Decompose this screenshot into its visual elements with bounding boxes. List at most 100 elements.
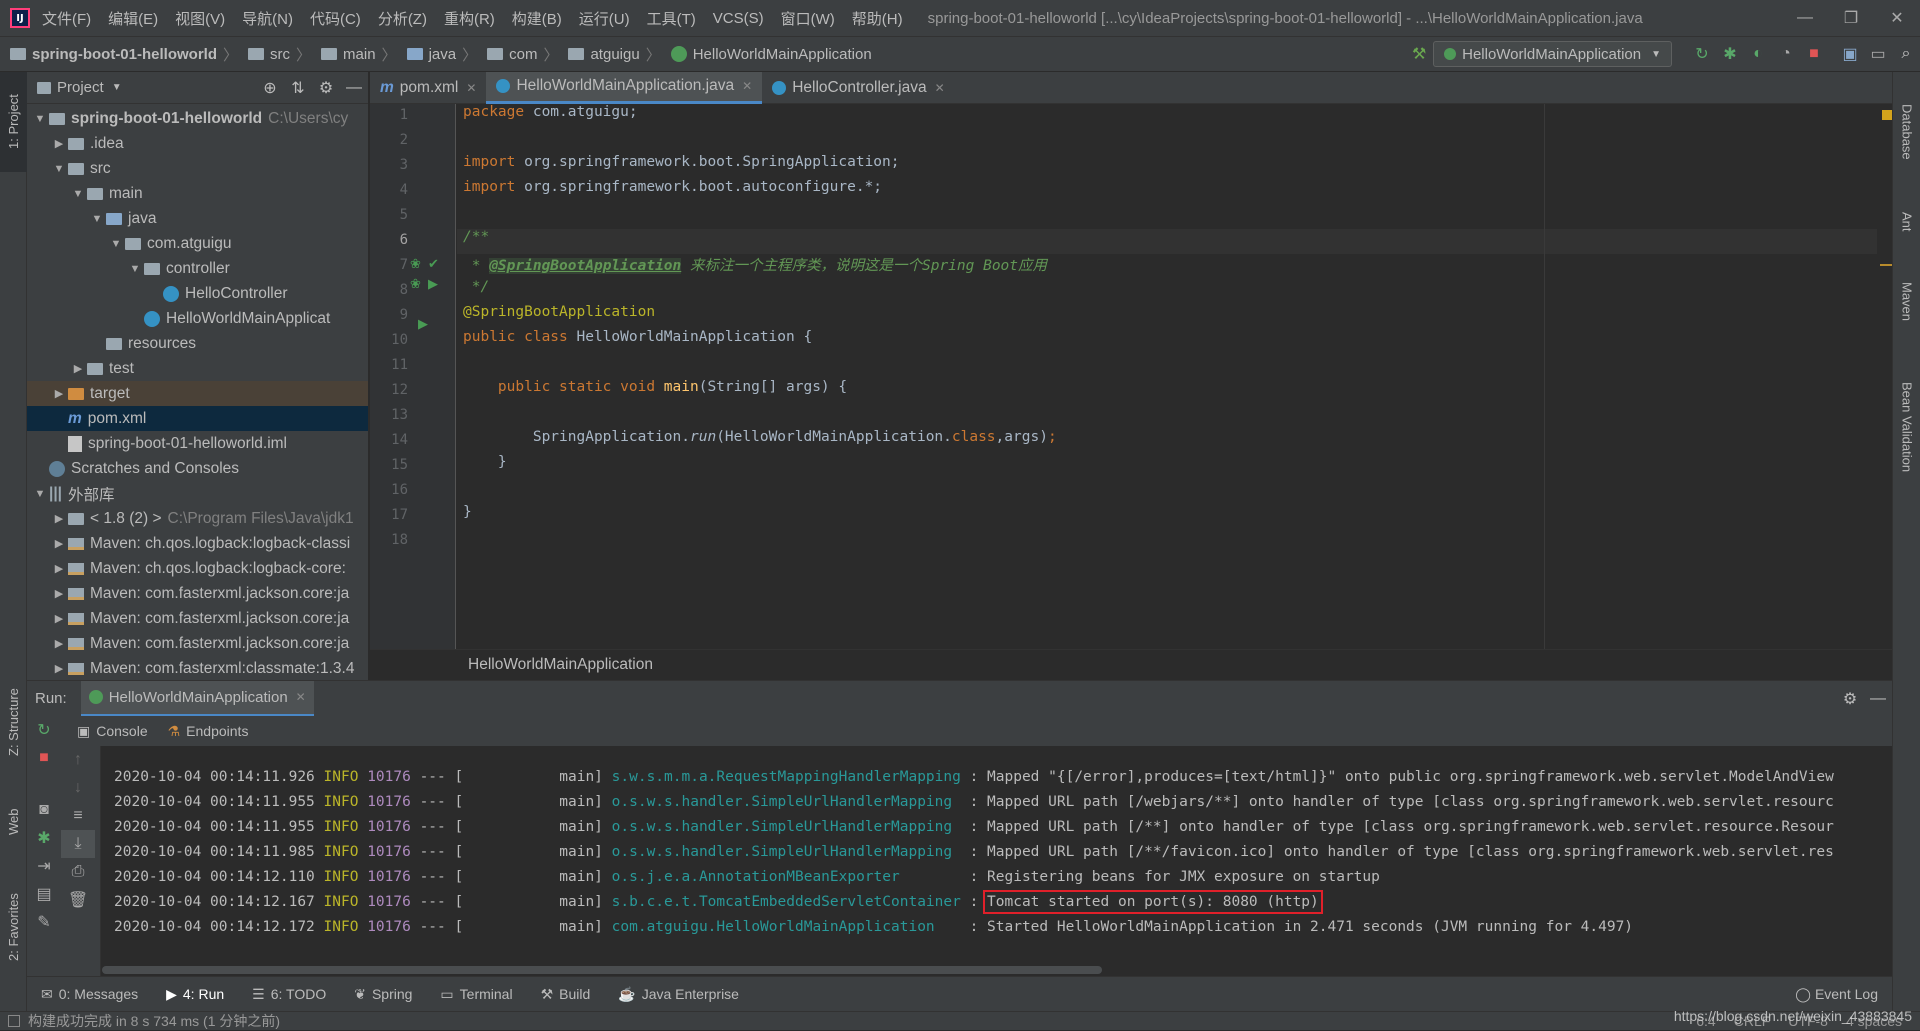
- tree-item[interactable]: resources: [27, 331, 368, 356]
- editor-tab[interactable]: HelloController.java ✕: [762, 72, 954, 104]
- coverage-icon[interactable]: ◐: [1744, 45, 1772, 63]
- expand-arrow-icon[interactable]: ▼: [107, 238, 125, 250]
- breadcrumb-item[interactable]: java 〉: [406, 44, 477, 65]
- structure-tool-tab[interactable]: Z: Structure: [0, 672, 27, 772]
- terminal-window-icon[interactable]: ▭: [1864, 44, 1892, 64]
- hide-icon[interactable]: —: [340, 79, 368, 97]
- profile-icon[interactable]: ◔: [1772, 45, 1800, 63]
- locate-icon[interactable]: ⊕: [256, 78, 284, 98]
- maven-tool-tab[interactable]: Maven: [1893, 262, 1920, 342]
- tree-item[interactable]: ▶ test: [27, 356, 368, 381]
- tree-item[interactable]: ▶ target: [27, 381, 368, 406]
- web-tool-tab[interactable]: Web: [0, 792, 27, 852]
- layout-icon[interactable]: ▤: [27, 880, 61, 908]
- editor-breadcrumb[interactable]: HelloWorldMainApplication: [370, 649, 1892, 679]
- project-view-selector[interactable]: Project: [57, 79, 104, 96]
- expand-arrow-icon[interactable]: ▶: [69, 362, 87, 375]
- close-icon[interactable]: ✕: [296, 690, 306, 704]
- menu-item[interactable]: 工具(T): [647, 8, 696, 29]
- expand-arrow-icon[interactable]: ▼: [31, 488, 49, 500]
- camera-icon[interactable]: ◙: [27, 796, 61, 824]
- bottom-tab[interactable]: ▭ Terminal: [440, 986, 512, 1003]
- bean-validation-tool-tab[interactable]: Bean Validation: [1893, 352, 1920, 502]
- arrow-up-icon[interactable]: ↑: [61, 746, 95, 774]
- code-editor[interactable]: package com.atguigu; import org.springfr…: [457, 104, 1877, 649]
- expand-arrow-icon[interactable]: ▶: [50, 387, 68, 400]
- tree-item[interactable]: ▶ Maven: ch.qos.logback:logback-core:: [27, 556, 368, 581]
- stop-icon[interactable]: ■: [27, 744, 61, 772]
- scroll-to-end-icon[interactable]: ⤓: [61, 830, 95, 858]
- menu-item[interactable]: 帮助(H): [852, 8, 903, 29]
- expand-arrow-icon[interactable]: ▼: [88, 213, 106, 225]
- soft-wrap-icon[interactable]: ≡: [61, 802, 95, 830]
- close-icon[interactable]: ✕: [742, 79, 752, 93]
- expand-arrow-icon[interactable]: ▶: [50, 637, 68, 650]
- tree-item[interactable]: ▼ main: [27, 181, 368, 206]
- bottom-tab[interactable]: ❦ Spring: [354, 986, 412, 1003]
- expand-arrow-icon[interactable]: ▼: [69, 188, 87, 200]
- bottom-tab[interactable]: ☕ Java Enterprise: [618, 986, 739, 1003]
- build-hammer-icon[interactable]: ⚒: [1405, 44, 1433, 64]
- editor-tab[interactable]: m pom.xml ✕: [370, 72, 486, 104]
- warning-marker-icon[interactable]: [1882, 110, 1892, 120]
- menu-item[interactable]: 运行(U): [579, 8, 630, 29]
- close-icon[interactable]: ✕: [935, 81, 945, 95]
- tree-item[interactable]: ▼ src: [27, 156, 368, 181]
- gear-icon[interactable]: ⚙: [1836, 689, 1864, 709]
- tree-item[interactable]: ▶ Maven: com.fasterxml.jackson.core:ja: [27, 631, 368, 656]
- close-icon[interactable]: ✕: [466, 81, 476, 95]
- expand-arrow-icon[interactable]: ▶: [50, 562, 68, 575]
- database-tool-tab[interactable]: Database: [1893, 82, 1920, 182]
- run-config-dropdown[interactable]: HelloWorldMainApplication ▼: [1433, 41, 1672, 67]
- run-gutter-icon[interactable]: ▶: [428, 276, 438, 292]
- expand-arrow-icon[interactable]: ▶: [50, 662, 68, 675]
- ant-tool-tab[interactable]: Ant: [1893, 192, 1920, 252]
- editor-scrollbar[interactable]: [1880, 104, 1892, 649]
- exit-icon[interactable]: ⇥: [27, 852, 61, 880]
- event-log-tab[interactable]: ◯ Event Log: [1795, 986, 1878, 1003]
- tree-item[interactable]: ▼ controller: [27, 256, 368, 281]
- bean-gutter-icon[interactable]: ✔: [428, 256, 439, 272]
- tree-item[interactable]: ▶ .idea: [27, 131, 368, 156]
- bottom-tab[interactable]: ▶ 4: Run: [166, 986, 224, 1003]
- tree-item[interactable]: m pom.xml: [27, 406, 368, 431]
- menu-item[interactable]: 编辑(E): [108, 8, 158, 29]
- tree-item[interactable]: ▶ Maven: com.fasterxml.jackson.core:ja: [27, 581, 368, 606]
- bottom-tab[interactable]: ☰ 6: TODO: [252, 986, 326, 1003]
- gear-icon[interactable]: ⚙: [312, 78, 340, 98]
- spring-bean-icon[interactable]: ❀: [410, 276, 421, 292]
- arrow-down-icon[interactable]: ↓: [61, 774, 95, 802]
- tree-item[interactable]: ▼ ||| 外部库: [27, 481, 368, 506]
- breadcrumb-item[interactable]: main 〉: [321, 44, 397, 65]
- error-stripe-mark[interactable]: [1880, 264, 1892, 266]
- run-config-tab[interactable]: HelloWorldMainApplication ✕: [80, 680, 314, 717]
- menu-item[interactable]: 窗口(W): [781, 8, 835, 29]
- tree-item[interactable]: Scratches and Consoles: [27, 456, 368, 481]
- stop-icon[interactable]: ■: [1800, 45, 1828, 63]
- breadcrumb-item[interactable]: spring-boot-01-helloworld 〉: [10, 44, 238, 65]
- print-icon[interactable]: ⎙: [61, 858, 95, 886]
- tree-item[interactable]: ▶ Maven: com.fasterxml.jackson.core:ja: [27, 606, 368, 631]
- tree-item[interactable]: ▶ Maven: com.fasterxml:classmate:1.3.4: [27, 656, 368, 681]
- expand-arrow-icon[interactable]: ▶: [50, 512, 68, 525]
- console-output[interactable]: 2020-10-04 00:14:11.926 INFO 10176 --- […: [102, 746, 1880, 976]
- chevron-down-icon[interactable]: ▼: [112, 82, 122, 93]
- tree-item[interactable]: spring-boot-01-helloworld.iml: [27, 431, 368, 456]
- expand-arrow-icon[interactable]: ▼: [50, 163, 68, 175]
- bottom-tab[interactable]: ⚒ Build: [541, 986, 591, 1003]
- breadcrumb-item[interactable]: com 〉: [487, 44, 558, 65]
- minimize-icon[interactable]: —: [1782, 9, 1828, 27]
- spring-bean-icon[interactable]: ❀: [410, 256, 421, 272]
- expand-arrow-icon[interactable]: ▼: [31, 113, 49, 125]
- tree-item[interactable]: ▶ < 1.8 (2) > C:\Program Files\Java\jdk1: [27, 506, 368, 531]
- tree-item[interactable]: ▶ Maven: ch.qos.logback:logback-classi: [27, 531, 368, 556]
- menu-item[interactable]: 重构(R): [444, 8, 495, 29]
- tree-item[interactable]: ▼ spring-boot-01-helloworld C:\Users\cy: [27, 106, 368, 131]
- breadcrumb-item[interactable]: HelloWorldMainApplication: [670, 46, 872, 63]
- project-structure-icon[interactable]: ▣: [1836, 44, 1864, 64]
- debug-icon[interactable]: ✱: [1716, 44, 1744, 64]
- hide-icon[interactable]: —: [1864, 690, 1892, 708]
- endpoints-tab[interactable]: ⚗ Endpoints: [168, 723, 249, 740]
- editor-tab[interactable]: HelloWorldMainApplication.java ✕: [486, 71, 763, 104]
- search-icon[interactable]: ⌕: [1892, 45, 1920, 63]
